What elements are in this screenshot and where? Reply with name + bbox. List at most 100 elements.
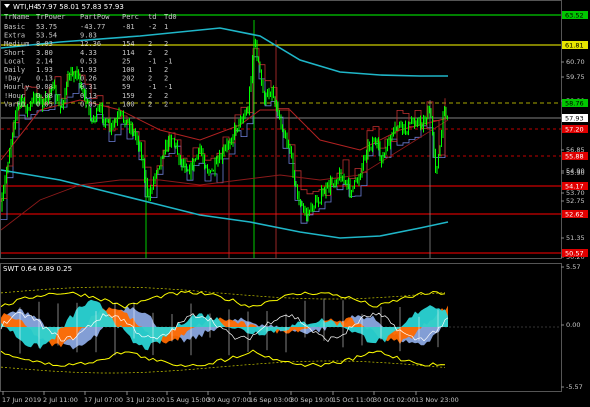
- table-cell: 202: [122, 75, 135, 83]
- table-cell: Extra: [4, 32, 25, 40]
- time-tick-label: 16 Sep 03:00: [249, 396, 292, 404]
- ohlc-values: 57.97 58.01 57.83 57.93: [37, 3, 124, 11]
- table-cell: Medium: [4, 40, 29, 48]
- upper-envelope-line: [0, 290, 446, 309]
- table-header-cell: TrName: [4, 13, 29, 21]
- price-tag-label: 52.62: [565, 211, 584, 219]
- price-tick-label: 60.70: [566, 58, 585, 66]
- oscillator-title: SWT 0.64 0.89 0.25: [3, 265, 72, 273]
- table-cell: 53.75: [36, 23, 57, 31]
- table-cell: 1.93: [36, 66, 53, 74]
- table-cell: 100: [122, 100, 135, 108]
- table-cell: 2: [148, 92, 152, 100]
- time-tick-label: 31 Jul 23:00: [126, 396, 165, 404]
- table-cell: -81: [122, 23, 135, 31]
- price-tags: 63.52 61.81 58.76 57.93 57.20 55.88 54.17 52.62…: [562, 11, 588, 258]
- table-cell: 3.80: [36, 49, 53, 57]
- time-tick-label: 30 Sep 19:00: [290, 396, 333, 404]
- price-tick-label: 54.90: [566, 167, 585, 175]
- time-tick-label: 30 Aug 07:00: [207, 396, 251, 404]
- table-cell: 9.83: [80, 32, 97, 40]
- table-cell: 2: [164, 66, 168, 74]
- time-tick-label: 13 Nov 23:00: [415, 396, 459, 404]
- triangle-down-icon: [4, 4, 10, 8]
- table-cell: 2: [148, 49, 152, 57]
- table-header-cell: Td0: [164, 13, 177, 21]
- trend-table: TrName TrPower PartPow Perc td Td0 Basic 53.75 -…: [4, 13, 177, 108]
- price-series: [1, 38, 448, 222]
- table-cell: Hourly: [4, 83, 29, 91]
- price-tag-label: 54.17: [565, 183, 584, 191]
- upper-channel-curve: [0, 27, 448, 77]
- table-cell: 2: [164, 40, 168, 48]
- table-cell: 2: [164, 49, 168, 57]
- table-cell: 4.33: [80, 49, 97, 57]
- table-cell: 0.53: [80, 57, 97, 65]
- table-cell: 2: [164, 75, 168, 83]
- table-cell: 0.13: [36, 75, 53, 83]
- price-tag-label: 55.88: [565, 153, 584, 161]
- lower-envelope-line: [0, 349, 446, 368]
- chart-header: WTI,H4 57.97 58.01 57.83 57.93: [4, 3, 124, 11]
- time-tick-label: 17 Jun 2019: [2, 396, 41, 404]
- table-cell: 0.05: [80, 100, 97, 108]
- time-tick-label: 15 Aug 15:00: [166, 396, 210, 404]
- table-cell: 2.14: [36, 57, 53, 65]
- table-cell: 159: [122, 92, 135, 100]
- time-tick-label: 2 Jul 11:00: [43, 396, 78, 404]
- time-tick-label: 15 Oct 11:00: [332, 396, 374, 404]
- table-cell: 0.13: [80, 92, 97, 100]
- price-tag-label: 50.57: [565, 250, 584, 258]
- time-axis: 17 Jun 2019 2 Jul 11:00 17 Jul 07:00 31 Jul…: [2, 391, 459, 404]
- table-cell: -1: [164, 57, 172, 65]
- table-cell: 8.03: [36, 40, 53, 48]
- table-cell: 59: [122, 83, 130, 91]
- table-cell: 114: [122, 49, 135, 57]
- table-cell: 1: [148, 66, 152, 74]
- table-cell: 2: [148, 40, 152, 48]
- table-cell: -43.77: [80, 23, 105, 31]
- table-cell: 0.26: [80, 75, 97, 83]
- osc-tick-label: 5.57: [566, 263, 580, 271]
- table-cell: Daily: [4, 66, 25, 74]
- table-cell: 1.93: [80, 66, 97, 74]
- table-cell: 100: [122, 66, 135, 74]
- indicator-curves: [0, 27, 449, 239]
- table-cell: Local: [4, 57, 25, 65]
- price-tag-label: 57.20: [565, 126, 584, 134]
- table-cell: -1: [164, 83, 172, 91]
- price-tag-label: 61.81: [565, 42, 584, 50]
- osc-tick-label: -5.57: [566, 383, 583, 391]
- table-cell: !Hour: [4, 92, 25, 100]
- time-tick-label: 30 Oct 02:00: [373, 396, 415, 404]
- table-cell: 25: [122, 57, 130, 65]
- table-header-cell: PartPow: [80, 13, 110, 21]
- table-cell: 0.08: [36, 83, 53, 91]
- price-tick-label: 52.75: [566, 197, 585, 205]
- table-header-cell: td: [148, 13, 156, 21]
- table-cell: VarR0: [4, 100, 25, 108]
- price-tick-label: 59.75: [566, 73, 585, 81]
- price-tag-label: 63.52: [565, 12, 584, 20]
- table-cell: 154: [122, 40, 135, 48]
- table-cell: 2: [164, 92, 168, 100]
- table-cell: 2: [164, 100, 168, 108]
- symbol-title: WTI,H4: [13, 3, 39, 11]
- lower-dotted-envelope: [0, 360, 446, 374]
- price-tag-label: 57.93: [565, 115, 584, 123]
- chart-window[interactable]: WTI,H4 57.97 58.01 57.83 57.93 TrName TrP…: [0, 0, 590, 407]
- table-header-cell: Perc: [122, 13, 139, 21]
- table-cell: 2: [148, 75, 152, 83]
- table-cell: -1: [148, 57, 156, 65]
- table-cell: 0.31: [80, 83, 97, 91]
- table-cell: 53.54: [36, 32, 57, 40]
- table-cell: Short: [4, 49, 25, 57]
- table-cell: -2: [148, 23, 156, 31]
- table-header-cell: TrPower: [36, 13, 66, 21]
- price-tick-label: 51.35: [566, 234, 585, 242]
- table-cell: 12.36: [80, 40, 101, 48]
- lower-channel-curve: [0, 169, 449, 239]
- table-cell: 1: [164, 23, 168, 31]
- time-tick-label: 17 Jul 07:00: [84, 396, 123, 404]
- osc-tick-label: 0.00: [566, 321, 580, 329]
